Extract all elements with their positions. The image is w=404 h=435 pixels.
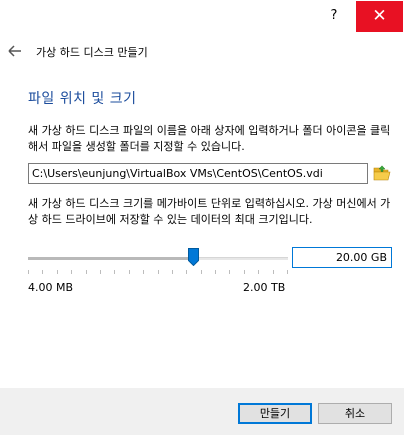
slider-tick [229, 270, 230, 274]
help-button[interactable]: ? [324, 8, 344, 26]
back-arrow-icon[interactable] [7, 43, 23, 59]
slider-tick [28, 270, 29, 274]
location-description: 새 가상 하드 디스크 파일의 이름을 아래 상자에 입력하거나 폴더 아이콘을… [28, 124, 391, 153]
title-bar: ? ✕ [0, 0, 404, 34]
slider-tick [100, 270, 101, 274]
close-icon: ✕ [372, 6, 387, 26]
wizard-title: 가상 하드 디스크 만들기 [36, 46, 148, 59]
slider-tick [114, 270, 115, 274]
size-input[interactable] [292, 247, 392, 268]
cancel-button[interactable]: 취소 [318, 403, 392, 424]
slider-tick [86, 270, 87, 274]
close-button[interactable]: ✕ [356, 1, 403, 32]
slider-tick [57, 270, 58, 274]
slider-fill [28, 257, 194, 260]
size-slider[interactable] [28, 248, 288, 268]
file-path-value: C:\Users\eunjung\VirtualBox VMs\CentOS\C… [32, 167, 323, 180]
file-path-input[interactable]: C:\Users\eunjung\VirtualBox VMs\CentOS\C… [28, 163, 368, 184]
slider-tick [273, 270, 274, 274]
size-max-label: 2.00 TB [243, 281, 286, 294]
size-description: 새 가상 하드 디스크 크기를 메가바이트 단위로 입력하십시오. 가상 머신에… [28, 197, 391, 226]
section-title: 파일 위치 및 크기 [28, 91, 137, 107]
slider-tick [186, 270, 187, 274]
slider-tick [215, 270, 216, 274]
slider-handle[interactable] [187, 248, 199, 266]
slider-tick [287, 270, 288, 274]
slider-tick [129, 270, 130, 274]
slider-tick [258, 270, 259, 274]
slider-tick [42, 270, 43, 274]
slider-ticks [28, 270, 288, 274]
slider-tick [158, 270, 159, 274]
slider-tick [244, 270, 245, 274]
folder-open-icon[interactable] [373, 165, 391, 182]
wizard-header: 가상 하드 디스크 만들기 [0, 40, 404, 64]
create-button[interactable]: 만들기 [238, 403, 312, 424]
slider-tick [71, 270, 72, 274]
slider-tick [172, 270, 173, 274]
size-min-label: 4.00 MB [28, 281, 74, 294]
slider-tick [143, 270, 144, 274]
slider-tick [201, 270, 202, 274]
